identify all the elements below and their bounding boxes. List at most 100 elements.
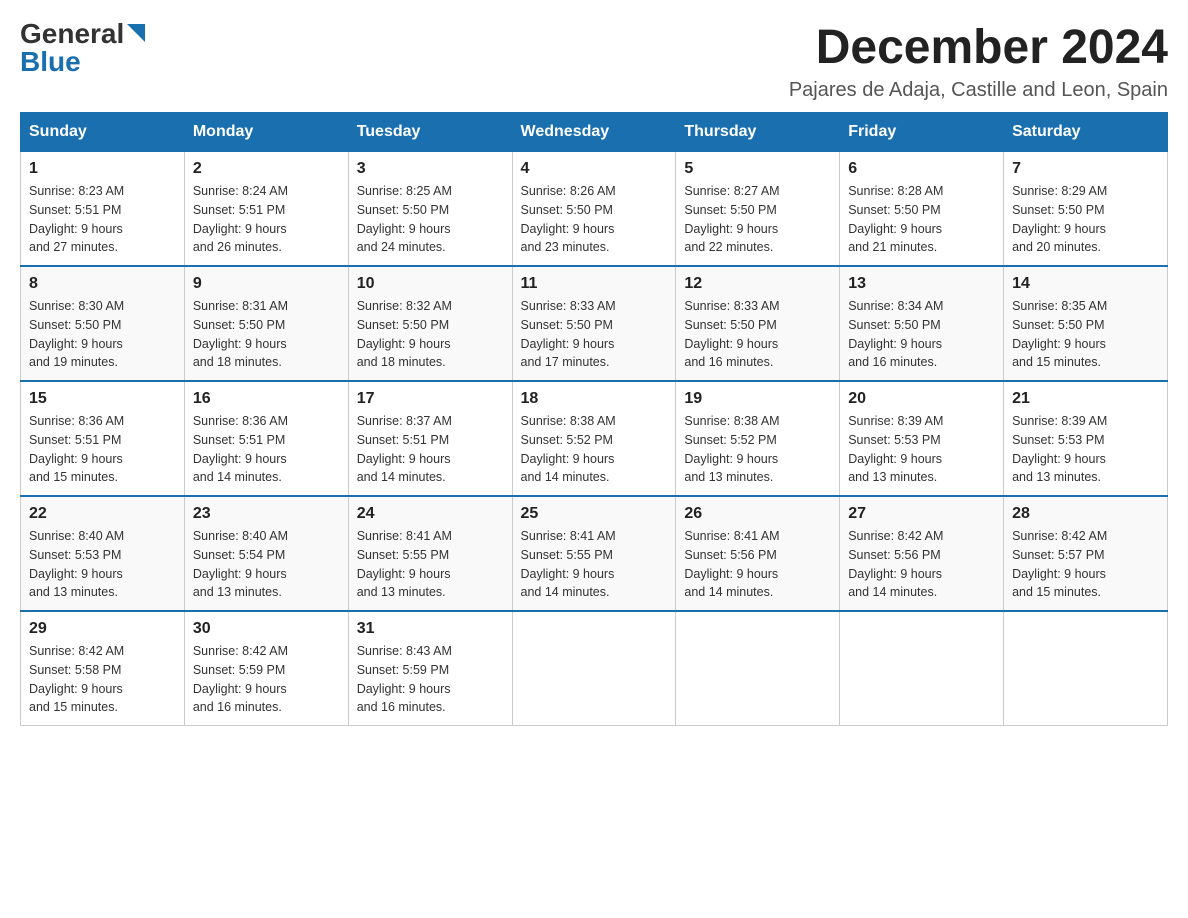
calendar-cell: 6 Sunrise: 8:28 AM Sunset: 5:50 PM Dayli… [840,152,1004,267]
header-wednesday: Wednesday [512,113,676,152]
day-number: 24 [357,505,504,523]
calendar-cell: 22 Sunrise: 8:40 AM Sunset: 5:53 PM Dayl… [21,496,185,611]
day-number: 13 [848,275,995,293]
calendar-cell: 3 Sunrise: 8:25 AM Sunset: 5:50 PM Dayli… [348,152,512,267]
logo-triangle-icon [127,24,145,47]
day-number: 6 [848,160,995,178]
header-row: SundayMondayTuesdayWednesdayThursdayFrid… [21,113,1168,152]
calendar-cell: 31 Sunrise: 8:43 AM Sunset: 5:59 PM Dayl… [348,611,512,726]
page-header: General Blue December 2024 Pajares de Ad… [20,20,1168,102]
logo-general-text: General [20,20,124,48]
header-sunday: Sunday [21,113,185,152]
week-row-5: 29 Sunrise: 8:42 AM Sunset: 5:58 PM Dayl… [21,611,1168,726]
day-number: 15 [29,390,176,408]
day-info: Sunrise: 8:26 AM Sunset: 5:50 PM Dayligh… [521,182,668,257]
day-info: Sunrise: 8:38 AM Sunset: 5:52 PM Dayligh… [521,412,668,487]
calendar-cell [1004,611,1168,726]
calendar-cell: 7 Sunrise: 8:29 AM Sunset: 5:50 PM Dayli… [1004,152,1168,267]
day-number: 3 [357,160,504,178]
day-number: 2 [193,160,340,178]
calendar-cell: 27 Sunrise: 8:42 AM Sunset: 5:56 PM Dayl… [840,496,1004,611]
calendar-table: SundayMondayTuesdayWednesdayThursdayFrid… [20,112,1168,726]
logo: General Blue [20,20,145,76]
day-number: 5 [684,160,831,178]
calendar-cell: 23 Sunrise: 8:40 AM Sunset: 5:54 PM Dayl… [184,496,348,611]
day-number: 12 [684,275,831,293]
day-info: Sunrise: 8:40 AM Sunset: 5:54 PM Dayligh… [193,527,340,602]
calendar-cell: 17 Sunrise: 8:37 AM Sunset: 5:51 PM Dayl… [348,381,512,496]
calendar-cell: 10 Sunrise: 8:32 AM Sunset: 5:50 PM Dayl… [348,266,512,381]
logo-blue-text: Blue [20,48,81,76]
calendar-cell: 20 Sunrise: 8:39 AM Sunset: 5:53 PM Dayl… [840,381,1004,496]
day-number: 1 [29,160,176,178]
week-row-1: 1 Sunrise: 8:23 AM Sunset: 5:51 PM Dayli… [21,152,1168,267]
calendar-cell: 1 Sunrise: 8:23 AM Sunset: 5:51 PM Dayli… [21,152,185,267]
title-area: December 2024 Pajares de Adaja, Castille… [789,20,1168,102]
day-info: Sunrise: 8:27 AM Sunset: 5:50 PM Dayligh… [684,182,831,257]
day-number: 14 [1012,275,1159,293]
calendar-cell: 28 Sunrise: 8:42 AM Sunset: 5:57 PM Dayl… [1004,496,1168,611]
calendar-cell: 29 Sunrise: 8:42 AM Sunset: 5:58 PM Dayl… [21,611,185,726]
day-number: 28 [1012,505,1159,523]
day-info: Sunrise: 8:41 AM Sunset: 5:55 PM Dayligh… [357,527,504,602]
day-number: 17 [357,390,504,408]
month-title: December 2024 [789,20,1168,75]
calendar-cell: 19 Sunrise: 8:38 AM Sunset: 5:52 PM Dayl… [676,381,840,496]
day-info: Sunrise: 8:35 AM Sunset: 5:50 PM Dayligh… [1012,297,1159,372]
day-number: 27 [848,505,995,523]
day-number: 11 [521,275,668,293]
day-number: 26 [684,505,831,523]
day-number: 10 [357,275,504,293]
day-info: Sunrise: 8:43 AM Sunset: 5:59 PM Dayligh… [357,642,504,717]
header-friday: Friday [840,113,1004,152]
day-info: Sunrise: 8:29 AM Sunset: 5:50 PM Dayligh… [1012,182,1159,257]
day-number: 23 [193,505,340,523]
header-saturday: Saturday [1004,113,1168,152]
calendar-cell: 12 Sunrise: 8:33 AM Sunset: 5:50 PM Dayl… [676,266,840,381]
day-info: Sunrise: 8:31 AM Sunset: 5:50 PM Dayligh… [193,297,340,372]
day-number: 20 [848,390,995,408]
day-number: 22 [29,505,176,523]
header-thursday: Thursday [676,113,840,152]
calendar-cell: 11 Sunrise: 8:33 AM Sunset: 5:50 PM Dayl… [512,266,676,381]
day-number: 9 [193,275,340,293]
day-info: Sunrise: 8:36 AM Sunset: 5:51 PM Dayligh… [29,412,176,487]
day-info: Sunrise: 8:33 AM Sunset: 5:50 PM Dayligh… [684,297,831,372]
day-info: Sunrise: 8:36 AM Sunset: 5:51 PM Dayligh… [193,412,340,487]
calendar-cell [676,611,840,726]
calendar-cell: 24 Sunrise: 8:41 AM Sunset: 5:55 PM Dayl… [348,496,512,611]
day-number: 30 [193,620,340,638]
calendar-cell: 21 Sunrise: 8:39 AM Sunset: 5:53 PM Dayl… [1004,381,1168,496]
day-number: 29 [29,620,176,638]
day-info: Sunrise: 8:25 AM Sunset: 5:50 PM Dayligh… [357,182,504,257]
day-info: Sunrise: 8:40 AM Sunset: 5:53 PM Dayligh… [29,527,176,602]
day-info: Sunrise: 8:37 AM Sunset: 5:51 PM Dayligh… [357,412,504,487]
calendar-cell: 13 Sunrise: 8:34 AM Sunset: 5:50 PM Dayl… [840,266,1004,381]
day-info: Sunrise: 8:42 AM Sunset: 5:58 PM Dayligh… [29,642,176,717]
day-number: 4 [521,160,668,178]
day-info: Sunrise: 8:34 AM Sunset: 5:50 PM Dayligh… [848,297,995,372]
day-info: Sunrise: 8:39 AM Sunset: 5:53 PM Dayligh… [848,412,995,487]
calendar-cell: 14 Sunrise: 8:35 AM Sunset: 5:50 PM Dayl… [1004,266,1168,381]
day-info: Sunrise: 8:42 AM Sunset: 5:57 PM Dayligh… [1012,527,1159,602]
day-info: Sunrise: 8:38 AM Sunset: 5:52 PM Dayligh… [684,412,831,487]
day-number: 8 [29,275,176,293]
day-info: Sunrise: 8:30 AM Sunset: 5:50 PM Dayligh… [29,297,176,372]
calendar-cell: 25 Sunrise: 8:41 AM Sunset: 5:55 PM Dayl… [512,496,676,611]
day-info: Sunrise: 8:33 AM Sunset: 5:50 PM Dayligh… [521,297,668,372]
calendar-cell: 16 Sunrise: 8:36 AM Sunset: 5:51 PM Dayl… [184,381,348,496]
header-tuesday: Tuesday [348,113,512,152]
day-info: Sunrise: 8:42 AM Sunset: 5:59 PM Dayligh… [193,642,340,717]
calendar-cell: 26 Sunrise: 8:41 AM Sunset: 5:56 PM Dayl… [676,496,840,611]
day-number: 19 [684,390,831,408]
calendar-cell: 18 Sunrise: 8:38 AM Sunset: 5:52 PM Dayl… [512,381,676,496]
day-info: Sunrise: 8:28 AM Sunset: 5:50 PM Dayligh… [848,182,995,257]
calendar-cell: 2 Sunrise: 8:24 AM Sunset: 5:51 PM Dayli… [184,152,348,267]
day-number: 25 [521,505,668,523]
day-number: 18 [521,390,668,408]
day-info: Sunrise: 8:32 AM Sunset: 5:50 PM Dayligh… [357,297,504,372]
day-info: Sunrise: 8:41 AM Sunset: 5:56 PM Dayligh… [684,527,831,602]
day-number: 21 [1012,390,1159,408]
day-number: 16 [193,390,340,408]
week-row-3: 15 Sunrise: 8:36 AM Sunset: 5:51 PM Dayl… [21,381,1168,496]
